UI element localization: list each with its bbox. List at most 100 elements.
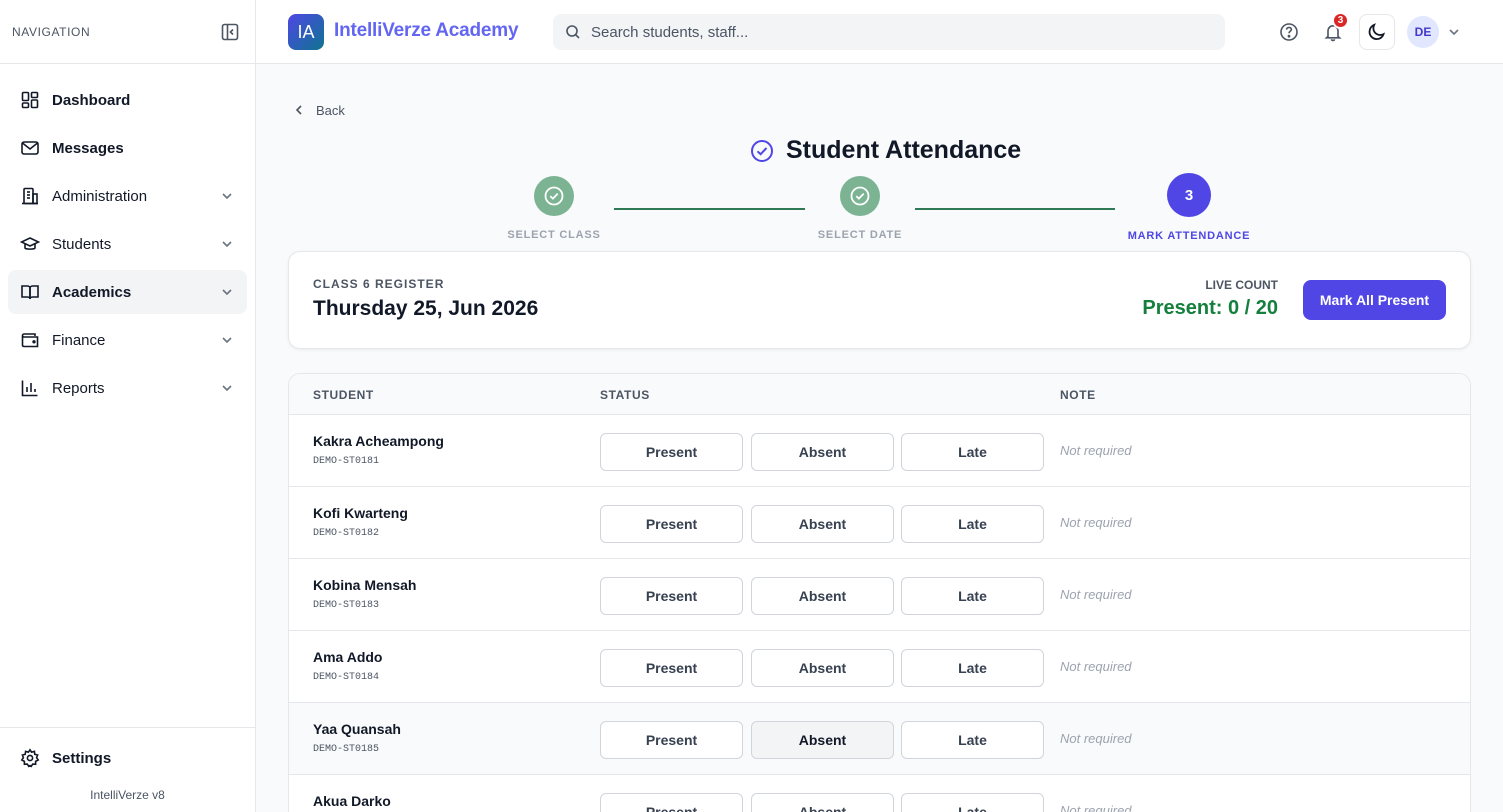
absent-button[interactable]: Absent (751, 433, 894, 471)
step-label: SELECT CLASS (507, 229, 601, 241)
sidebar-footer: Settings IntelliVerze v8 (0, 727, 255, 812)
search-bar (553, 14, 1225, 50)
student-name: Ama Addo (313, 649, 383, 665)
sidebar-nav: Dashboard Messages Administration Studen… (0, 64, 255, 428)
student-id: DEMO-ST0181 (313, 456, 380, 467)
sidebar-item-label: Finance (52, 331, 106, 349)
chevron-down-icon (219, 284, 235, 300)
late-button[interactable]: Late (901, 721, 1044, 759)
step-circle (840, 176, 880, 216)
sidebar-item-label: Reports (52, 379, 105, 397)
table-row: Yaa Quansah DEMO-ST0185 Present Absent L… (289, 703, 1470, 775)
chevron-down-icon (219, 380, 235, 396)
sidebar-item-students[interactable]: Students (8, 222, 247, 266)
check-circle-icon (850, 186, 870, 206)
note-text: Not required (1060, 731, 1132, 746)
sidebar-item-finance[interactable]: Finance (8, 318, 247, 362)
sidebar-item-label: Administration (52, 187, 148, 205)
live-count-label: LIVE COUNT (1205, 278, 1278, 292)
sidebar-heading: NAVIGATION (12, 24, 91, 39)
note-text: Not required (1060, 515, 1132, 530)
register-date: Thursday 25, Jun 2026 (313, 297, 539, 320)
present-button[interactable]: Present (600, 649, 743, 687)
sidebar-item-label: Academics (52, 283, 132, 301)
step-select-class: SELECT CLASS (504, 176, 604, 241)
back-link[interactable]: Back (292, 102, 345, 118)
sidebar-item-administration[interactable]: Administration (8, 174, 247, 218)
check-circle-icon (750, 139, 774, 163)
table-row: Kakra Acheampong DEMO-ST0181 Present Abs… (289, 415, 1470, 487)
column-header-student: STUDENT (313, 388, 374, 402)
absent-button[interactable]: Absent (751, 505, 894, 543)
sidebar-item-reports[interactable]: Reports (8, 366, 247, 410)
table-row: Akua Darko DEMO-ST0186 Present Absent La… (289, 775, 1470, 812)
back-label: Back (316, 102, 345, 118)
present-button[interactable]: Present (600, 793, 743, 812)
help-button[interactable] (1273, 16, 1305, 48)
absent-button[interactable]: Absent (751, 793, 894, 812)
page-title: Student Attendance (786, 136, 1022, 164)
sidebar-item-messages[interactable]: Messages (8, 126, 247, 170)
sidebar-header: NAVIGATION (0, 0, 255, 64)
chevron-down-icon[interactable] (1446, 24, 1462, 40)
present-button[interactable]: Present (600, 577, 743, 615)
note-text: Not required (1060, 803, 1132, 812)
student-name: Kakra Acheampong (313, 433, 444, 449)
column-header-note: NOTE (1060, 388, 1096, 402)
search-icon (565, 23, 583, 41)
step-number: 3 (1167, 173, 1211, 217)
check-circle-icon (544, 186, 564, 206)
present-button[interactable]: Present (600, 433, 743, 471)
settings-button[interactable]: Settings (8, 736, 247, 780)
settings-label: Settings (52, 749, 112, 767)
table-row: Ama Addo DEMO-ST0184 Present Absent Late… (289, 631, 1470, 703)
app-logo[interactable]: IA (288, 14, 324, 50)
avatar[interactable]: DE (1407, 16, 1439, 48)
brand-name: IntelliVerze Academy (334, 20, 519, 41)
sidebar-item-label: Students (52, 235, 112, 253)
chevron-left-icon (292, 102, 308, 118)
note-text: Not required (1060, 587, 1132, 602)
sidebar-item-academics[interactable]: Academics (8, 270, 247, 314)
sidebar-item-dashboard[interactable]: Dashboard (8, 78, 247, 122)
late-button[interactable]: Late (901, 649, 1044, 687)
mail-icon (20, 138, 40, 158)
bar-chart-icon (20, 378, 40, 398)
sidebar-item-label: Dashboard (52, 91, 131, 109)
late-button[interactable]: Late (901, 505, 1044, 543)
student-name: Akua Darko (313, 793, 391, 809)
step-label: MARK ATTENDANCE (1127, 230, 1251, 242)
help-icon (1279, 22, 1299, 42)
graduation-cap-icon (20, 234, 40, 254)
student-id: DEMO-ST0182 (313, 528, 380, 539)
theme-toggle-button[interactable] (1359, 14, 1395, 50)
note-text: Not required (1060, 659, 1132, 674)
step-connector (614, 208, 805, 210)
search-input[interactable] (591, 23, 1191, 41)
present-button[interactable]: Present (600, 505, 743, 543)
mark-all-present-button[interactable]: Mark All Present (1303, 280, 1446, 320)
building-icon (20, 186, 40, 206)
absent-button[interactable]: Absent (751, 649, 894, 687)
sidebar: NAVIGATION Dashboard Messages Administra… (0, 0, 256, 812)
notifications-button[interactable]: 3 (1317, 12, 1349, 48)
collapse-sidebar-icon[interactable] (217, 19, 243, 45)
attendance-table: STUDENT STATUS NOTE Kakra Acheampong DEM… (288, 373, 1471, 812)
chevron-down-icon (219, 236, 235, 252)
table-row: Kofi Kwarteng DEMO-ST0182 Present Absent… (289, 487, 1470, 559)
late-button[interactable]: Late (901, 577, 1044, 615)
note-text: Not required (1060, 443, 1132, 458)
student-id: DEMO-ST0184 (313, 672, 380, 683)
absent-button[interactable]: Absent (751, 577, 894, 615)
late-button[interactable]: Late (901, 793, 1044, 812)
table-header: STUDENT STATUS NOTE (289, 374, 1470, 415)
table-row: Kobina Mensah DEMO-ST0183 Present Absent… (289, 559, 1470, 631)
book-open-icon (20, 282, 40, 302)
top-header: IA IntelliVerze Academy 3 DE (256, 0, 1503, 64)
step-connector (915, 208, 1115, 210)
wallet-icon (20, 330, 40, 350)
late-button[interactable]: Late (901, 433, 1044, 471)
step-select-date: SELECT DATE (810, 176, 910, 241)
present-button[interactable]: Present (600, 721, 743, 759)
absent-button[interactable]: Absent (751, 721, 894, 759)
